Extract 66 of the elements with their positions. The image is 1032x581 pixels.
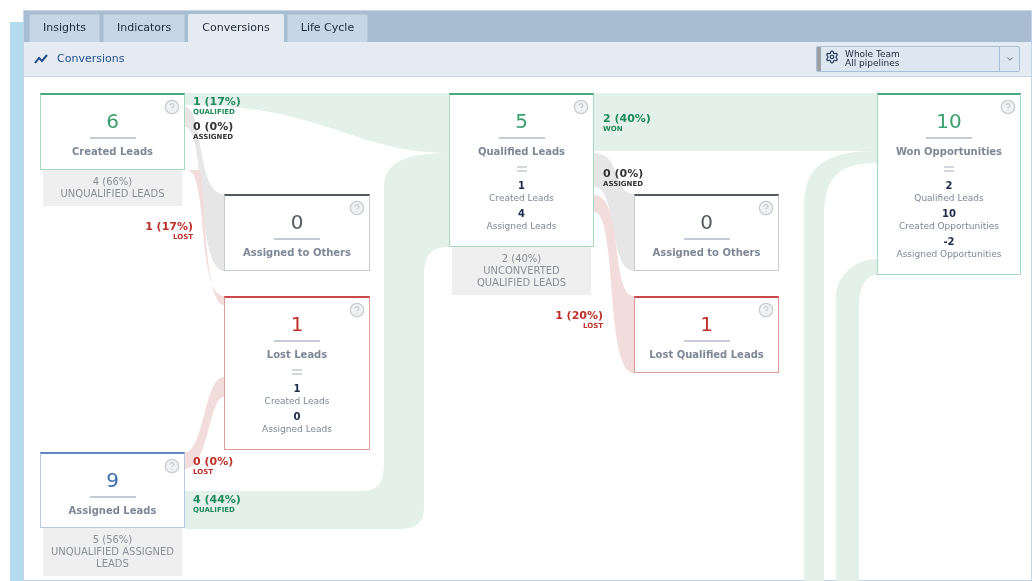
flow-value: 2 (40%) [603,113,651,125]
breakdown-value: 0 [293,411,301,423]
breakdown-value: 4 [518,208,525,220]
help-icon[interactable] [164,99,180,115]
remainder-label: UNQUALIFIED LEADS [60,188,165,200]
node-label: Lost Leads [266,348,328,361]
breakdown-label: Qualified Leads [914,192,984,204]
node-value: 9 [106,468,119,492]
remainder-value: 4 (66%) [92,176,133,188]
equals-sign-icon [516,166,527,172]
filter-subtitle: All pipelines [845,59,901,68]
remainder-value: 2 (40%) [501,253,542,265]
breakdown-label: Created Leads [264,395,330,407]
help-icon[interactable] [1000,99,1016,115]
help-icon[interactable] [349,200,365,216]
gears-icon [825,50,839,64]
breakdown-value: -2 [943,236,955,248]
breakdown-label: Created Opportunities [899,220,999,232]
chevron-down-icon [1004,54,1015,64]
filter-title: Whole Team [845,50,901,59]
breakdown-value: 1 [518,180,525,192]
flow-value: 0 (0%) [193,121,234,133]
equals-sign-icon [292,369,302,375]
help-icon[interactable] [573,99,589,115]
flow-value: 1 (17%) [193,96,241,108]
help-icon[interactable] [758,302,774,318]
help-icon[interactable] [164,458,180,474]
node-value: 5 [515,109,528,133]
node-value: 6 [106,109,119,133]
tab[interactable]: Conversions [188,14,284,42]
node-label: Qualified Leads [477,145,566,158]
flow-value: 4 (44%) [193,494,241,506]
breakdown-value: 10 [942,208,956,220]
breakdown-label: Assigned Opportunities [896,248,1002,260]
breakdown-label: Assigned Leads [262,423,332,435]
node-label: Created Leads [72,145,153,158]
node-value: 1 [700,312,713,336]
equals-sign-icon [944,166,954,172]
node-label: Lost Qualified Leads [649,348,764,361]
node-label: Assigned to Others [243,246,351,259]
remainder-label: UNQUALIFIED ASSIGNED LEADS [50,546,175,570]
flow-value: 1 (20%) [555,310,603,322]
node-label: Assigned Leads [68,504,157,517]
breakdown-value: 2 [945,180,953,192]
flow-value: 0 (0%) [193,456,234,468]
node-value: 10 [936,109,962,133]
breakdown-value: 1 [293,383,301,395]
team-filter-dropdown[interactable]: Whole Team All pipelines [816,46,1020,72]
flow-value: 0 (0%) [603,168,644,180]
tab[interactable]: Life Cycle [286,14,369,42]
node-value: 0 [290,210,304,234]
header-title: Conversions [57,50,125,67]
flow-value: 1 (17%) [145,221,193,233]
node-value: 1 [290,312,304,336]
breakdown-label: Created Leads [489,192,554,204]
help-icon[interactable] [758,200,774,216]
remainder-label: UNCONVERTED QUALIFIED LEADS [475,265,568,289]
node-label: Assigned to Others [652,246,761,259]
node-value: 0 [700,210,713,234]
tab[interactable]: Insights [29,14,100,42]
node-label: Won Opportunities [895,145,1003,158]
tab[interactable]: Indicators [103,14,186,42]
help-icon[interactable] [349,302,365,318]
trend-line-icon [34,54,48,64]
remainder-value: 5 (56%) [92,534,133,546]
breakdown-label: Assigned Leads [486,220,557,232]
